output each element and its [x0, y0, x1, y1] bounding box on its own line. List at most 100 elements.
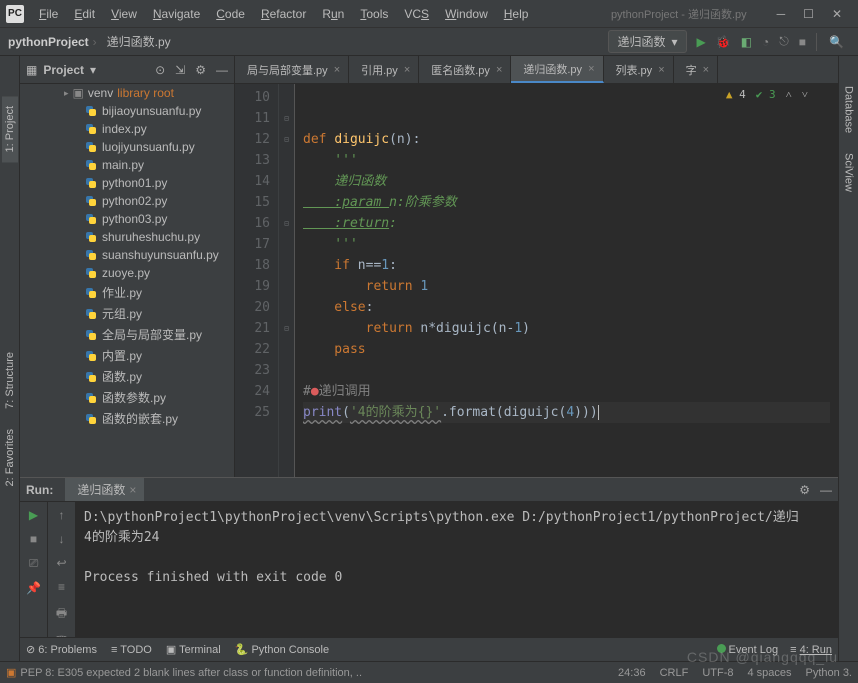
status-indent[interactable]: 4 spaces [747, 667, 791, 679]
tree-file[interactable]: 作业.py [20, 282, 234, 303]
editor-tab[interactable]: 递归函数.py× [511, 56, 603, 83]
left-tab-project[interactable]: 1: Project [2, 96, 18, 162]
code-content[interactable]: def diguijc(n): ''' 递归函数 :param n:阶乘参数 :… [295, 84, 838, 477]
editor-tab[interactable]: 字× [674, 56, 718, 83]
status-eol[interactable]: CRLF [660, 667, 689, 679]
tab-problems[interactable]: ⊘ 6: Problems [26, 643, 97, 656]
tab-terminal[interactable]: ▣ Terminal [166, 643, 221, 656]
tree-file[interactable]: main.py [20, 156, 234, 174]
hide-icon[interactable]: — [820, 483, 832, 497]
tab-todo[interactable]: ≡ TODO [111, 644, 152, 656]
menu-edit[interactable]: Edit [67, 3, 102, 25]
search-icon[interactable]: 🔍 [823, 35, 850, 49]
tree-file[interactable]: python01.py [20, 174, 234, 192]
code-editor[interactable]: ▲ 4 ✔ 3 ˄ ˅ 1011121314151617181920212223… [235, 84, 838, 477]
editor-tab[interactable]: 列表.py× [604, 56, 674, 83]
text-caret [598, 405, 599, 420]
editor-inspection-status: ▲ 4 ✔ 3 ˄ ˅ [726, 88, 808, 101]
python-file-icon [84, 194, 98, 208]
console-output[interactable]: D:\pythonProject1\pythonProject\venv\Scr… [76, 502, 838, 649]
softwrap-icon[interactable]: ↩ [56, 556, 66, 570]
print-icon[interactable]: 🖶 [56, 604, 67, 625]
breadcrumb-root[interactable]: pythonProject [8, 35, 89, 49]
project-tree[interactable]: ▸ ▣ venv library root bijiaoyunsuanfu.py… [20, 84, 234, 477]
tree-folder-venv[interactable]: ▸ ▣ venv library root [20, 84, 234, 102]
gear-icon[interactable]: ⚙ [195, 63, 206, 77]
menu-code[interactable]: Code [209, 3, 252, 25]
close-icon[interactable]: × [129, 483, 136, 497]
editor-tab[interactable]: 引用.py× [349, 56, 419, 83]
event-log-button[interactable]: Event Log [717, 644, 779, 656]
menu-tools[interactable]: Tools [353, 3, 395, 25]
file-label: bijiaoyunsuanfu.py [102, 104, 201, 118]
editor-tab[interactable]: 匿名函数.py× [419, 56, 511, 83]
hide-icon[interactable]: — [216, 63, 228, 77]
tree-file[interactable]: python02.py [20, 192, 234, 210]
up-icon[interactable]: ↑ [59, 508, 65, 522]
warning-icon: ▲ [726, 88, 733, 101]
status-python[interactable]: Python 3. [806, 667, 852, 679]
layout-icon[interactable]: ⎚ [29, 556, 39, 571]
menu-help[interactable]: Help [497, 3, 536, 25]
tree-file[interactable]: 元组.py [20, 303, 234, 324]
stop-icon[interactable]: ■ [799, 35, 806, 49]
locate-icon[interactable]: ⊙ [155, 63, 165, 77]
tab-run[interactable]: ≡ 4: Run [790, 644, 832, 656]
right-tab-sciview[interactable]: SciView [841, 143, 857, 202]
stop-icon[interactable]: ■ [30, 532, 37, 546]
left-tab-favorites[interactable]: 2: Favorites [2, 419, 18, 496]
tree-file[interactable]: 全局与局部变量.py [20, 324, 234, 345]
status-encoding[interactable]: UTF-8 [702, 667, 733, 679]
tree-file[interactable]: shuruheshuchu.py [20, 228, 234, 246]
scroll-icon[interactable]: ≡ [58, 580, 65, 594]
editor-tab[interactable]: 局与局部变量.py× [235, 56, 349, 83]
tree-file[interactable]: python03.py [20, 210, 234, 228]
tree-file[interactable]: suanshuyunsuanfu.py [20, 246, 234, 264]
debug-icon[interactable]: 🐞 [716, 35, 731, 49]
menu-navigate[interactable]: Navigate [146, 3, 207, 25]
close-icon[interactable]: × [658, 64, 664, 76]
close-icon[interactable]: × [496, 64, 502, 76]
close-icon[interactable]: ✕ [832, 7, 842, 21]
run-config-selector[interactable]: 递归函数 ▾ [608, 30, 686, 53]
chevron-down-icon[interactable]: ˅ [802, 88, 808, 101]
pin-icon[interactable]: 📌 [26, 581, 41, 595]
run-tab[interactable]: 递归函数 × [65, 478, 144, 501]
left-tab-structure[interactable]: 7: Structure [2, 342, 18, 419]
minimize-icon[interactable]: ─ [777, 7, 786, 21]
chevron-down-icon[interactable]: ▾ [90, 63, 96, 77]
menu-file[interactable]: File [32, 3, 65, 25]
tree-file[interactable]: bijiaoyunsuanfu.py [20, 102, 234, 120]
tree-file[interactable]: luojiyunsuanfu.py [20, 138, 234, 156]
coverage-icon[interactable]: ◧ [741, 35, 752, 49]
concurrency-icon[interactable]: ⎋ [779, 34, 789, 49]
tree-file[interactable]: 函数参数.py [20, 387, 234, 408]
collapse-icon[interactable]: ⇲ [175, 63, 185, 77]
menu-run[interactable]: Run [315, 3, 351, 25]
menu-refactor[interactable]: Refactor [254, 3, 313, 25]
close-icon[interactable]: × [703, 64, 709, 76]
play-icon[interactable]: ▶ [697, 35, 706, 49]
down-icon[interactable]: ↓ [59, 532, 65, 546]
breadcrumb-file[interactable]: 递归函数.py [107, 33, 171, 50]
tree-file[interactable]: 内置.py [20, 345, 234, 366]
tab-python-console[interactable]: 🐍 Python Console [235, 643, 329, 656]
right-tab-database[interactable]: Database [841, 76, 857, 143]
tree-file[interactable]: 函数.py [20, 366, 234, 387]
tree-file[interactable]: index.py [20, 120, 234, 138]
profile-icon[interactable]: ◔ [762, 35, 769, 49]
close-icon[interactable]: × [404, 64, 410, 76]
gear-icon[interactable]: ⚙ [799, 483, 810, 497]
tree-file[interactable]: 函数的嵌套.py [20, 408, 234, 429]
rerun-icon[interactable]: ▶ [29, 508, 38, 522]
close-icon[interactable]: × [334, 64, 340, 76]
chevron-up-icon[interactable]: ˄ [786, 88, 792, 101]
check-icon: ✔ [756, 88, 763, 101]
menu-view[interactable]: View [104, 3, 144, 25]
close-icon[interactable]: × [588, 63, 594, 75]
maximize-icon[interactable]: ☐ [803, 7, 814, 21]
menu-vcs[interactable]: VCS [397, 3, 436, 25]
status-position[interactable]: 24:36 [618, 667, 646, 679]
menu-window[interactable]: Window [438, 3, 495, 25]
tree-file[interactable]: zuoye.py [20, 264, 234, 282]
